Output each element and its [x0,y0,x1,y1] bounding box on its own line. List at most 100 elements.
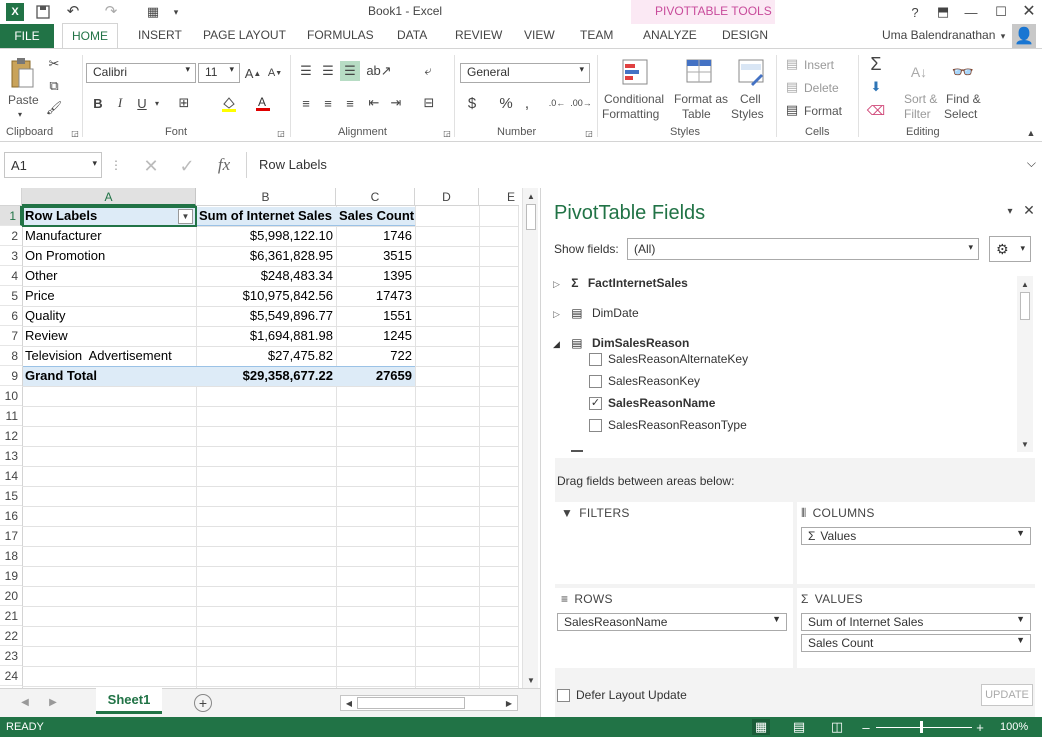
field-item[interactable]: SalesReasonAlternateKey [589,352,748,367]
scroll-thumb[interactable] [1020,292,1030,320]
zoom-slider-track[interactable] [876,727,972,728]
cell-styles-icon[interactable] [736,57,766,87]
tab-page-layout[interactable]: PAGE LAYOUT [203,28,286,42]
zoom-in-icon[interactable]: + [974,719,986,735]
underline-icon[interactable]: U [134,93,150,113]
grand-total-sum[interactable]: $29,358,677.22 [196,366,336,386]
table-row-count[interactable]: 1746 [336,226,415,246]
field-table-factinternetsales[interactable]: ▷ Σ FactInternetSales [553,276,688,290]
sort-filter-icon[interactable]: A↓ [904,57,934,87]
expand-icon[interactable]: ▷ [553,309,560,319]
select-all-corner[interactable] [0,188,22,206]
redo-icon[interactable]: ↷ [100,2,122,20]
defer-checkbox[interactable] [557,689,570,703]
page-break-view-icon[interactable]: ◫ [828,719,846,735]
tab-data[interactable]: DATA [397,28,427,42]
tab-insert[interactable]: INSERT [138,28,182,42]
next-sheet-icon[interactable]: ▶ [46,695,60,709]
grand-total-label[interactable]: Grand Total [22,366,196,386]
row-header[interactable]: 15 [0,486,22,506]
enter-icon[interactable]: ✓ [176,156,198,176]
close-pane-icon[interactable]: ✕ [1021,202,1037,218]
row-header[interactable]: 21 [0,606,22,626]
borders-icon[interactable]: ⊞ [174,93,194,113]
scroll-up-icon[interactable]: ▲ [1018,278,1032,290]
row-header[interactable]: 14 [0,466,22,486]
column-header-b[interactable]: B [196,188,336,206]
cell-styles-label1[interactable]: Cell [740,92,761,106]
pane-options-arrow-icon[interactable]: ▾ [1003,204,1017,218]
row-header[interactable]: 9 [0,366,22,386]
row-header[interactable]: 11 [0,406,22,426]
paste-icon[interactable] [8,55,36,91]
table-row-label[interactable]: Manufacturer [22,226,196,246]
decrease-decimal-icon[interactable]: .00→ [570,93,592,113]
conditional-formatting-label1[interactable]: Conditional [604,92,664,106]
tab-review[interactable]: REVIEW [455,28,502,42]
column-header-c[interactable]: C [336,188,415,206]
increase-indent-icon[interactable]: ⇥ [386,93,406,113]
row-header[interactable]: 1 [0,206,22,226]
collapse-icon[interactable]: ◢ [553,339,560,349]
save-icon[interactable] [34,3,52,21]
add-sheet-icon[interactable]: + [194,694,212,712]
row-header[interactable]: 24 [0,666,22,686]
alignment-launcher-icon[interactable]: ◲ [442,128,452,138]
field-item[interactable]: SalesReasonReasonType [589,418,747,433]
insert-cells-label[interactable]: Insert [804,58,834,72]
row-header[interactable]: 3 [0,246,22,266]
tab-team[interactable]: TEAM [580,28,613,42]
table-row-label[interactable]: Quality [22,306,196,326]
find-select-icon[interactable]: 👓 [948,57,978,87]
number-launcher-icon[interactable]: ◲ [584,128,594,138]
merge-center-icon[interactable]: ⊟ [416,93,442,113]
row-header[interactable]: 19 [0,566,22,586]
number-format-select[interactable]: General ▾ [460,63,590,83]
find-select-label1[interactable]: Find & [946,92,981,106]
row-header[interactable]: 8 [0,346,22,366]
pivot-header-sum[interactable]: Sum of Internet Sales [196,206,336,226]
values-field-item[interactable]: Sum of Internet Sales ▼ [801,613,1031,631]
scroll-left-icon[interactable]: ◀ [343,697,355,709]
table-row-sum[interactable]: $27,475.82 [196,346,336,366]
formula-input[interactable]: Row Labels ⌵ [246,152,1040,178]
field-list-scrollbar[interactable]: ▲ ▼ [1017,276,1033,452]
prev-sheet-icon[interactable]: ◀ [18,695,32,709]
pivot-header-count[interactable]: Sales Count [336,206,415,226]
table-row-count[interactable]: 17473 [336,286,415,306]
align-right-icon[interactable]: ≡ [340,93,360,113]
sort-filter-label2[interactable]: Filter [904,107,931,121]
scroll-down-icon[interactable]: ▼ [1018,438,1032,450]
avatar[interactable]: 👤 [1012,24,1036,48]
table-row-count[interactable]: 3515 [336,246,415,266]
column-header-a[interactable]: A [22,188,196,206]
help-icon[interactable]: ? [906,3,924,21]
grow-font-icon[interactable]: A ▲ [244,63,262,83]
orientation-icon[interactable]: ab↗ [366,61,392,81]
table-row-label[interactable]: Other [22,266,196,286]
delete-cells-icon[interactable]: ▤ [784,79,800,95]
align-middle-icon[interactable]: ☰ [318,61,338,81]
tab-analyze[interactable]: ANALYZE [643,28,697,42]
scroll-right-icon[interactable]: ▶ [503,697,515,709]
defer-layout-checkbox[interactable]: Defer Layout Update [557,688,687,703]
paste-label[interactable]: Paste [8,93,39,107]
find-select-label2[interactable]: Select [944,107,977,121]
format-painter-icon[interactable]: 🖌 [44,99,64,117]
update-button[interactable]: UPDATE [981,684,1033,706]
table-row-sum[interactable]: $10,975,842.56 [196,286,336,306]
field-list[interactable]: ▷ Σ FactInternetSales ▷ ▤ DimDate ◢ ▤ Di… [553,274,1033,452]
undo-icon[interactable]: ↶ [62,2,84,20]
field-checkbox[interactable] [589,375,602,389]
page-layout-view-icon[interactable]: ▤ [790,719,808,735]
row-header[interactable]: 12 [0,426,22,446]
cut-icon[interactable]: ✂ [44,55,64,73]
font-size-select[interactable]: 11 ▾ [198,63,240,83]
sheet-tab-sheet1[interactable]: Sheet1 [96,688,162,714]
table-row-label[interactable]: On Promotion [22,246,196,266]
column-header-e[interactable]: E [479,188,519,206]
collapse-ribbon-icon[interactable]: ▲ [1024,127,1038,139]
comma-icon[interactable]: , [520,93,534,113]
more-options-icon[interactable]: ⋮ [110,156,122,174]
table-row-label[interactable]: Television Advertisement [22,346,196,366]
